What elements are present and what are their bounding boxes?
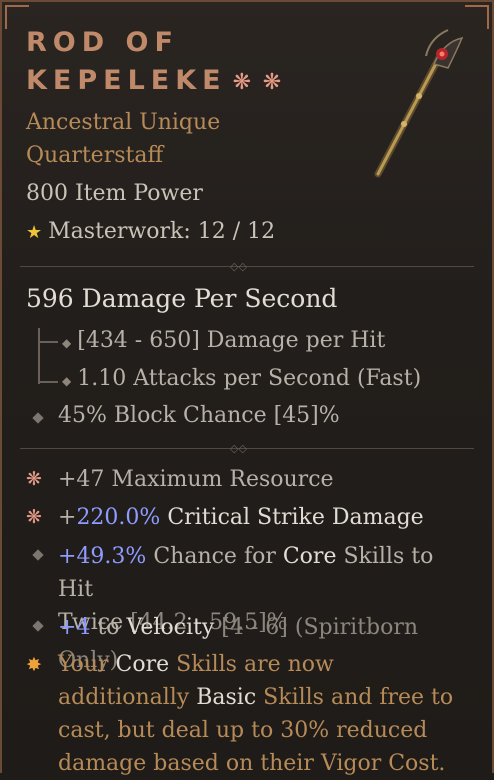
- stat-tree-line: [38, 328, 40, 384]
- item-name: ROD OF KEPELEKE ❋ ❋: [26, 24, 283, 102]
- diamond-bullet-icon: [32, 549, 44, 561]
- attacks-per-second: ◆ 1.10 Attacks per Second (Fast): [62, 366, 422, 391]
- greater-affix-icon: ❋: [26, 506, 42, 528]
- item-name-line2: KEPELEKE: [26, 65, 227, 96]
- stat-tree-branch: [38, 381, 58, 383]
- quarterstaff-icon: [374, 29, 464, 178]
- greater-affix-icon: ❋: [26, 468, 42, 490]
- stat-tree-branch: [38, 341, 58, 343]
- block-chance: 45% Block Chance [45]%: [58, 403, 340, 428]
- diamond-bullet-icon: [32, 620, 44, 632]
- section-divider: ◇◇: [20, 260, 474, 274]
- greater-affix-icons: ❋ ❋: [232, 70, 284, 95]
- item-rarity: Ancestral Unique: [26, 110, 221, 135]
- unique-power-icon: ✸: [26, 654, 42, 676]
- masterwork-status: ★ Masterwork: 12 / 12: [26, 219, 275, 244]
- item-name-line1: ROD OF: [26, 27, 179, 58]
- unique-power-text: Your Core Skills are now additionally Ba…: [58, 652, 454, 776]
- star-icon: ★: [26, 222, 43, 243]
- item-power: 800 Item Power: [26, 181, 203, 206]
- section-divider: ◇◇: [20, 442, 474, 456]
- masterwork-label: Masterwork: 12 / 12: [48, 219, 276, 244]
- item-type: Quarterstaff: [26, 143, 164, 168]
- affix-critical-strike-damage: +220.0% Critical Strike Damage: [58, 505, 424, 530]
- item-tooltip: ROD OF KEPELEKE ❋ ❋ Ancestral Unique Quar…: [0, 0, 494, 776]
- diamond-bullet-icon: [32, 412, 44, 424]
- damage-per-second: 596 Damage Per Second: [26, 284, 338, 313]
- damage-per-hit: ◆ [434 - 650] Damage per Hit: [62, 328, 386, 353]
- affix-maximum-resource: +47 Maximum Resource: [58, 467, 334, 492]
